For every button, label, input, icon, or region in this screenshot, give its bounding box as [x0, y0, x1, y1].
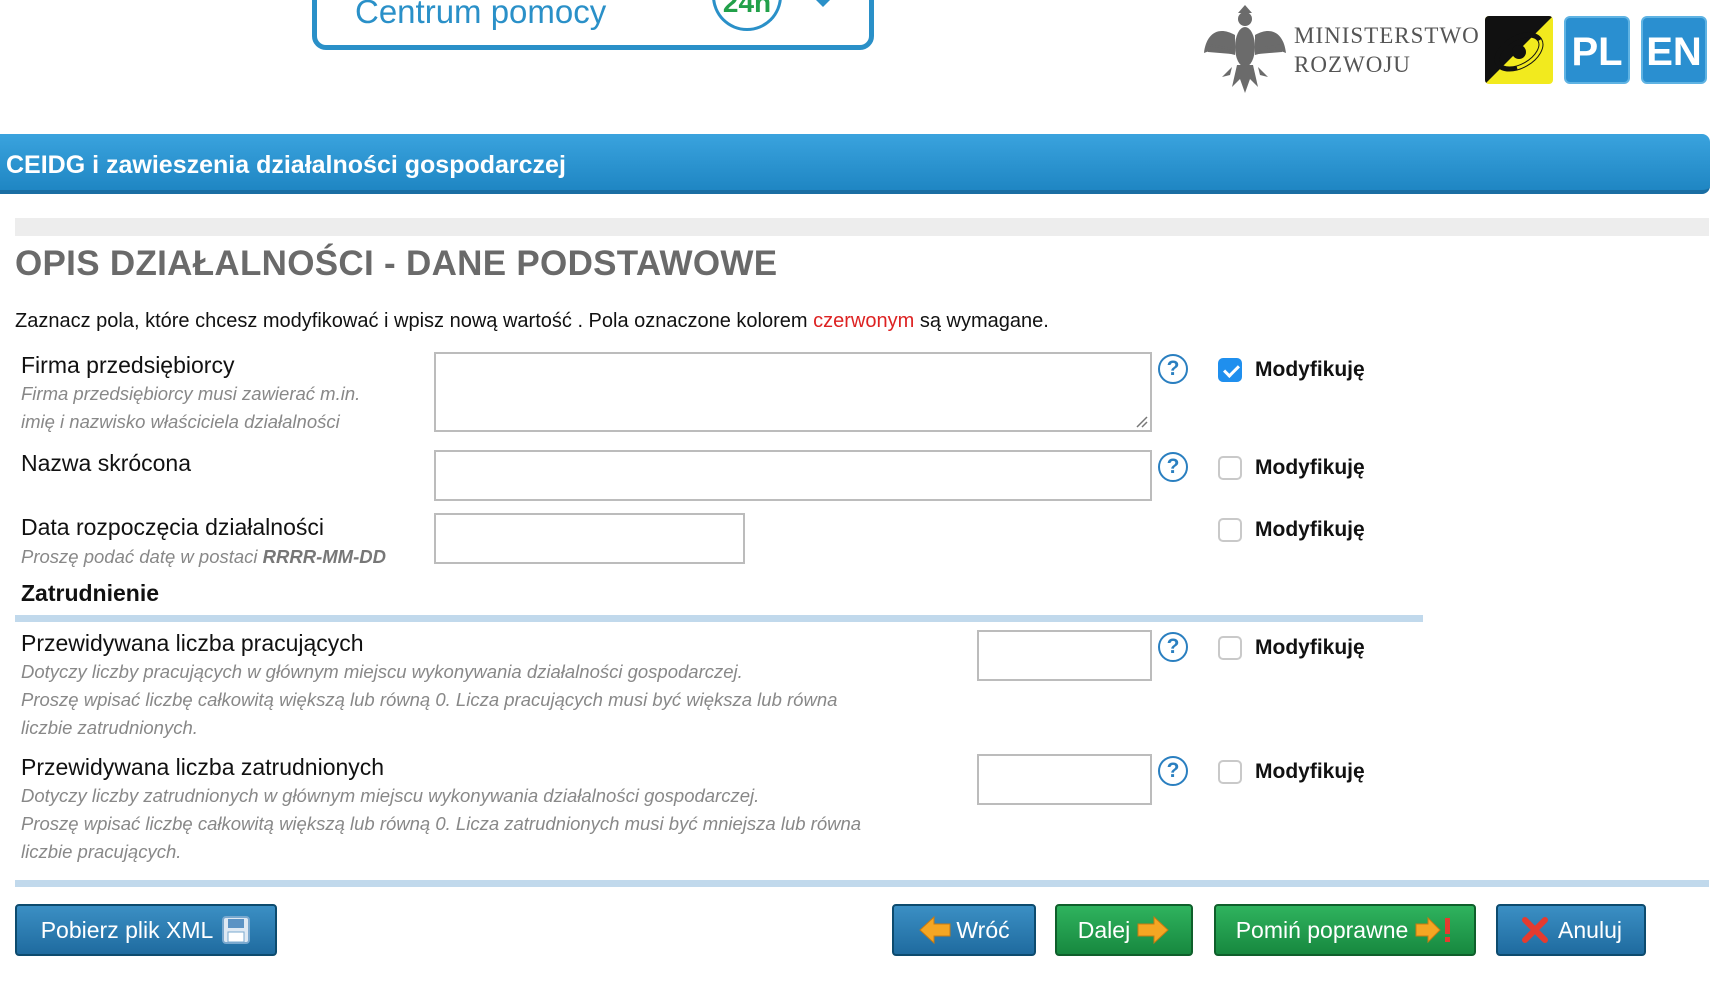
instruction-text-end: są wymagane.: [914, 310, 1049, 332]
download-xml-button[interactable]: Pobierz plik XML: [15, 904, 277, 956]
next-button[interactable]: Dalej: [1055, 904, 1193, 956]
pracujacy-help-icon[interactable]: ?: [1158, 632, 1188, 662]
form-bottom-divider: [15, 880, 1709, 887]
required-color-word: czerwonym: [813, 310, 915, 332]
arrow-warning-icon: [1415, 916, 1451, 944]
pracujacy-input[interactable]: [979, 632, 1150, 679]
language-pl-button[interactable]: PL: [1564, 16, 1630, 84]
data-hint-format: RRRR-MM-DD: [262, 546, 386, 567]
pracujacy-hint: Dotyczy liczby pracujących w głównym mie…: [21, 658, 837, 742]
firma-hint-line-1: Firma przedsiębiorcy musi zawierać m.in.: [21, 383, 361, 404]
subheading-divider: [15, 615, 1423, 622]
skip-valid-button[interactable]: Pomiń poprawne: [1214, 904, 1476, 956]
firma-modify-checkbox[interactable]: [1218, 358, 1242, 382]
language-en-button[interactable]: EN: [1641, 16, 1707, 84]
nazwa-field[interactable]: [434, 450, 1152, 501]
help-center-label: Centrum pomocy: [355, 0, 607, 30]
arrow-left-icon: [919, 915, 951, 945]
chevron-down-icon[interactable]: [807, 0, 839, 7]
firma-hint-line-2: imię i nazwisko właściciela działalności: [21, 411, 340, 432]
nazwa-help-icon[interactable]: ?: [1158, 452, 1188, 482]
arrow-right-icon: [1137, 915, 1169, 945]
download-xml-label: Pobierz plik XML: [40, 916, 214, 943]
eagle-emblem-icon: [1204, 5, 1286, 93]
pracujacy-hint-line-2: Proszę wpisać liczbę całkowitą większą l…: [21, 689, 838, 710]
ministry-line-1: MINISTERSTWO: [1294, 23, 1480, 48]
zatrudnieni-field[interactable]: [977, 754, 1152, 805]
zatrudnieni-label: Przewidywana liczba zatrudnionych: [21, 754, 385, 780]
data-label: Data rozpoczęcia działalności: [21, 514, 324, 540]
cancel-label: Anuluj: [1558, 916, 1622, 943]
close-icon: [1522, 917, 1549, 943]
help-center-banner[interactable]: Centrum pomocy 24h: [312, 0, 874, 50]
pracujacy-hint-line-1: Dotyczy liczby pracujących w głównym mie…: [21, 661, 743, 682]
firma-label: Firma przedsiębiorcy: [21, 352, 235, 378]
pracujacy-field[interactable]: [977, 630, 1152, 681]
skip-valid-label: Pomiń poprawne: [1235, 916, 1409, 943]
pracujacy-modify-checkbox[interactable]: [1218, 636, 1242, 660]
nazwa-label: Nazwa skrócona: [21, 450, 192, 476]
nazwa-modify-label[interactable]: Modyfikuję: [1255, 456, 1365, 480]
pracujacy-label: Przewidywana liczba pracujących: [21, 630, 364, 656]
back-label: Wróć: [956, 916, 1010, 943]
24h-badge: 24h: [712, 0, 782, 31]
firma-help-icon[interactable]: ?: [1158, 354, 1188, 384]
zatrudnieni-hint-line-1: Dotyczy liczby zatrudnionych w głównym m…: [21, 785, 760, 806]
divider-strip: [15, 218, 1709, 236]
firma-hint: Firma przedsiębiorcy musi zawierać m.in.…: [21, 380, 360, 436]
data-modify-checkbox[interactable]: [1218, 518, 1242, 542]
pracujacy-hint-line-3: liczbie zatrudnionych.: [21, 717, 198, 738]
employment-subheading: Zatrudnienie: [21, 580, 160, 606]
cancel-button[interactable]: Anuluj: [1496, 904, 1646, 956]
ministry-name: MINISTERSTWO ROZWOJU: [1294, 21, 1480, 79]
zatrudnieni-modify-checkbox[interactable]: [1218, 760, 1242, 784]
data-field[interactable]: [434, 513, 745, 564]
firma-field[interactable]: [434, 352, 1152, 432]
zatrudnieni-input[interactable]: [979, 756, 1150, 803]
zatrudnieni-modify-label[interactable]: Modyfikuję: [1255, 760, 1365, 784]
next-label: Dalej: [1077, 916, 1131, 943]
back-button[interactable]: Wróć: [892, 904, 1036, 956]
data-modify-label[interactable]: Modyfikuję: [1255, 518, 1365, 542]
floppy-disk-icon: [222, 916, 251, 944]
data-hint-text: Proszę podać datę w postaci: [21, 546, 263, 567]
ministry-logo: MINISTERSTWO ROZWOJU: [1202, 5, 1480, 95]
page-title: OPIS DZIAŁALNOŚCI - DANE PODSTAWOWE: [15, 244, 778, 283]
nazwa-input[interactable]: [436, 452, 1150, 499]
pracujacy-modify-label[interactable]: Modyfikuję: [1255, 636, 1365, 660]
zatrudnieni-hint-line-2: Proszę wpisać liczbę całkowitą większą l…: [21, 813, 862, 834]
resize-grip-icon[interactable]: [1134, 414, 1148, 428]
zatrudnieni-help-icon[interactable]: ?: [1158, 756, 1188, 786]
firma-modify-label[interactable]: Modyfikuję: [1255, 358, 1365, 382]
ministry-line-2: ROZWOJU: [1294, 52, 1411, 77]
form-instruction: Zaznacz pola, które chcesz modyfikować i…: [15, 310, 1049, 333]
zatrudnieni-hint: Dotyczy liczby zatrudnionych w głównym m…: [21, 782, 861, 866]
section-title-bar: CEIDG i zawieszenia działalności gospoda…: [0, 134, 1710, 194]
data-input[interactable]: [436, 515, 743, 562]
eye-icon: [1485, 16, 1553, 84]
section-title: CEIDG i zawieszenia działalności gospoda…: [6, 151, 566, 179]
data-hint: Proszę podać datę w postaci RRRR-MM-DD: [21, 543, 386, 571]
firma-textarea[interactable]: [436, 354, 1150, 430]
nazwa-modify-checkbox[interactable]: [1218, 456, 1242, 480]
high-contrast-icon[interactable]: [1485, 16, 1553, 84]
zatrudnieni-hint-line-3: liczbie pracujących.: [21, 841, 182, 862]
instruction-text: Zaznacz pola, które chcesz modyfikować i…: [15, 310, 814, 332]
